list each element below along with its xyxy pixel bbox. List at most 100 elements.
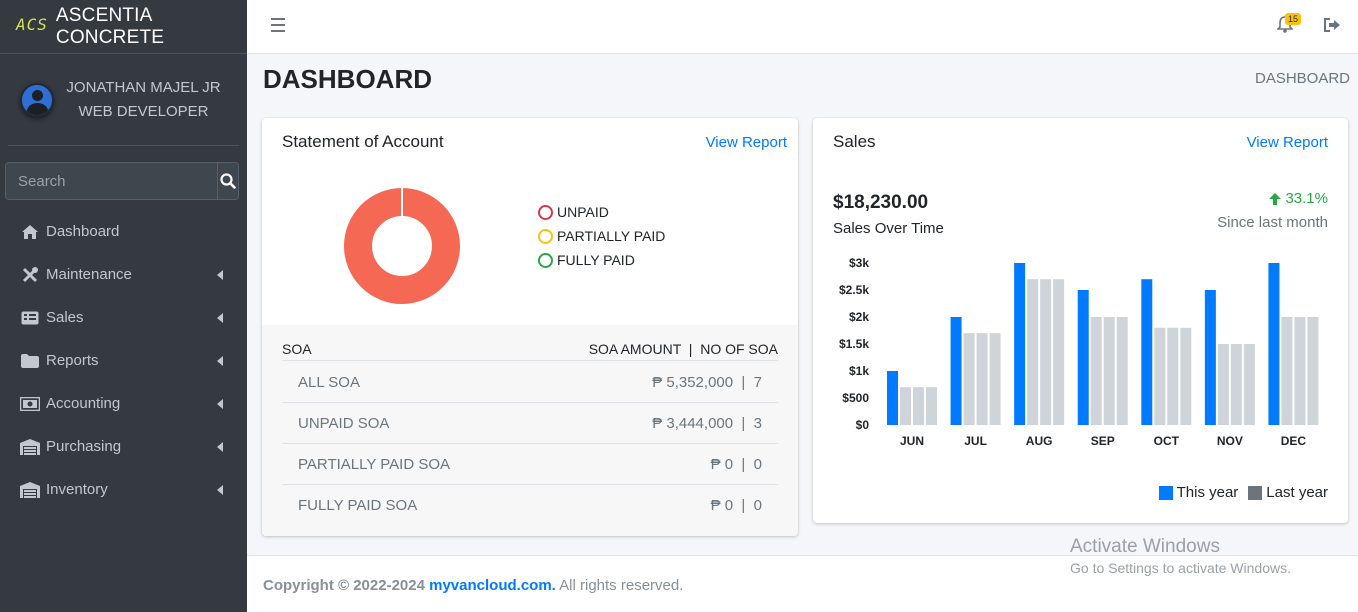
sales-total: $18,230.00 [833,192,929,213]
x-tick-label: OCT [1154,434,1180,448]
chevron-left-icon [217,441,223,452]
legend-item-unpaid[interactable]: UNPAID [538,200,665,224]
soa-view-report-link[interactable]: View Report [706,134,787,151]
bar-last-year-oct[interactable] [1167,327,1179,425]
soa-header-left: SOA [282,341,312,357]
soa-card: Statement of Account View Report UNPAID … [262,118,798,536]
bar-this-year-dec[interactable] [1268,263,1280,425]
bar-last-year-nov[interactable] [1243,344,1255,425]
sidebar-item-purchasing[interactable]: Purchasing [0,425,247,468]
bar-last-year-dec[interactable] [1281,317,1293,425]
bar-this-year-nov[interactable] [1204,290,1216,425]
bar-last-year-jul[interactable] [963,333,975,425]
x-tick-label: JUN [900,434,924,448]
sidebar-item-inventory[interactable]: Inventory [0,468,247,511]
search-icon [220,173,236,189]
bar-last-year-sep[interactable] [1090,317,1102,425]
search-button[interactable] [217,163,238,199]
soa-row-value: ₱ 0 | 0 [710,497,762,514]
bar-this-year-jul[interactable] [950,317,962,425]
sidebar-nav: Dashboard Maintenance Sales Reports Acco… [0,210,247,511]
user-panel[interactable]: JONATHAN MAJEL JR WEB DEVELOPER [8,54,239,146]
bar-last-year-nov[interactable] [1217,344,1229,425]
bar-this-year-sep[interactable] [1077,290,1089,425]
bar-last-year-jul[interactable] [989,333,1001,425]
search-input[interactable] [6,163,217,199]
table-row[interactable]: UNPAID SOA ₱ 3,444,000 | 3 [282,403,778,444]
footer-site-link[interactable]: myvancloud.com. [429,577,556,594]
bar-last-year-oct[interactable] [1154,327,1166,425]
bar-last-year-sep[interactable] [1103,317,1115,425]
logout-icon [1324,18,1340,32]
chevron-left-icon [217,355,223,366]
bar-last-year-dec[interactable] [1294,317,1306,425]
avatar[interactable] [20,82,54,117]
legend-item-fully-paid[interactable]: FULLY PAID [538,248,665,272]
legend-label: FULLY PAID [557,252,635,268]
y-tick-label: $3k [849,256,869,270]
page-title: DASHBOARD [263,64,432,94]
chart-legend: This year Last year [1149,484,1328,501]
bar-last-year-aug[interactable] [1053,279,1065,425]
user-role: WEB DEVELOPER [78,102,209,120]
chevron-left-icon [217,312,223,323]
bar-last-year-dec[interactable] [1307,317,1319,425]
x-tick-label: AUG [1026,434,1053,448]
sales-bar-chart: $0 $500 $1k $1.5k $2k $2.5k $3k JUN JUL AUG SEP OCT… [839,256,1319,448]
y-tick-label: $2k [849,310,869,324]
soa-row-value: ₱ 3,444,000 | 3 [652,414,762,432]
sales-change: 33.1% [1268,190,1328,207]
sales-card: Sales View Report $18,230.00 Sales Over … [813,118,1348,523]
bar-last-year-jun[interactable] [913,387,924,425]
bar-this-year-jun[interactable] [887,371,898,425]
soa-table-header: SOA SOA AMOUNT | NO OF SOA [282,341,778,361]
sidebar-item-reports[interactable]: Reports [0,339,247,382]
soa-legend: UNPAID PARTIALLY PAID FULLY PAID [538,200,665,272]
sidebar-item-accounting[interactable]: Accounting [0,382,247,425]
x-tick-label: JUL [964,434,987,448]
warehouse-icon [20,481,40,499]
sales-view-report-link[interactable]: View Report [1247,134,1328,151]
table-row[interactable]: FULLY PAID SOA ₱ 0 | 0 [282,485,778,526]
legend-swatch-last-year [1248,485,1263,500]
y-tick-label: $0 [856,418,870,432]
bar-last-year-jun[interactable] [900,387,911,425]
logout-button[interactable] [1323,17,1341,38]
bar-last-year-sep[interactable] [1116,317,1128,425]
breadcrumb[interactable]: DASHBOARD [1255,70,1350,87]
soa-row-label: PARTIALLY PAID SOA [298,455,451,473]
soa-header-right: SOA AMOUNT | NO OF SOA [588,341,778,357]
bar-last-year-nov[interactable] [1230,344,1242,425]
sidebar-item-maintenance[interactable]: Maintenance [0,253,247,296]
legend-label-last-year: Last year [1266,484,1328,501]
legend-item-partially-paid[interactable]: PARTIALLY PAID [538,224,665,248]
table-row[interactable]: PARTIALLY PAID SOA ₱ 0 | 0 [282,444,778,485]
sidebar-item-dashboard[interactable]: Dashboard [0,210,247,253]
sales-since-text: Since last month [1217,214,1328,231]
bar-this-year-aug[interactable] [1014,263,1026,425]
soa-row-label: UNPAID SOA [298,414,390,432]
bar-this-year-oct[interactable] [1141,279,1153,425]
sales-card-title: Sales [833,132,876,151]
watermark-title: Activate Windows [1070,536,1220,557]
y-tick-label: $1.5k [839,337,869,351]
sidebar-item-sales[interactable]: Sales [0,296,247,339]
sidebar: ACS ASCENTIA CONCRETE JONATHAN MAJEL JR … [0,0,247,612]
bar-last-year-jun[interactable] [926,387,937,425]
brand-link[interactable]: ACS ASCENTIA CONCRETE [0,0,247,54]
soa-row-label: ALL SOA [298,373,360,391]
menu-toggle-icon[interactable] [271,18,285,36]
arrow-up-icon [1269,192,1282,205]
circle-icon [538,252,553,268]
footer-copyright: Copyright © 2022-2024 [263,577,430,594]
bar-last-year-aug[interactable] [1040,279,1052,425]
bar-last-year-oct[interactable] [1180,327,1192,425]
soa-row-label: FULLY PAID SOA [298,497,418,514]
bar-last-year-jul[interactable] [976,333,988,425]
circle-icon [538,228,553,244]
x-tick-label: DEC [1281,434,1307,448]
y-tick-label: $1k [849,364,869,378]
bar-last-year-aug[interactable] [1027,279,1039,425]
windows-activation-watermark: Activate Windows Go to Settings to activ… [1070,536,1291,576]
table-row[interactable]: ALL SOA ₱ 5,352,000 | 7 [282,362,778,403]
